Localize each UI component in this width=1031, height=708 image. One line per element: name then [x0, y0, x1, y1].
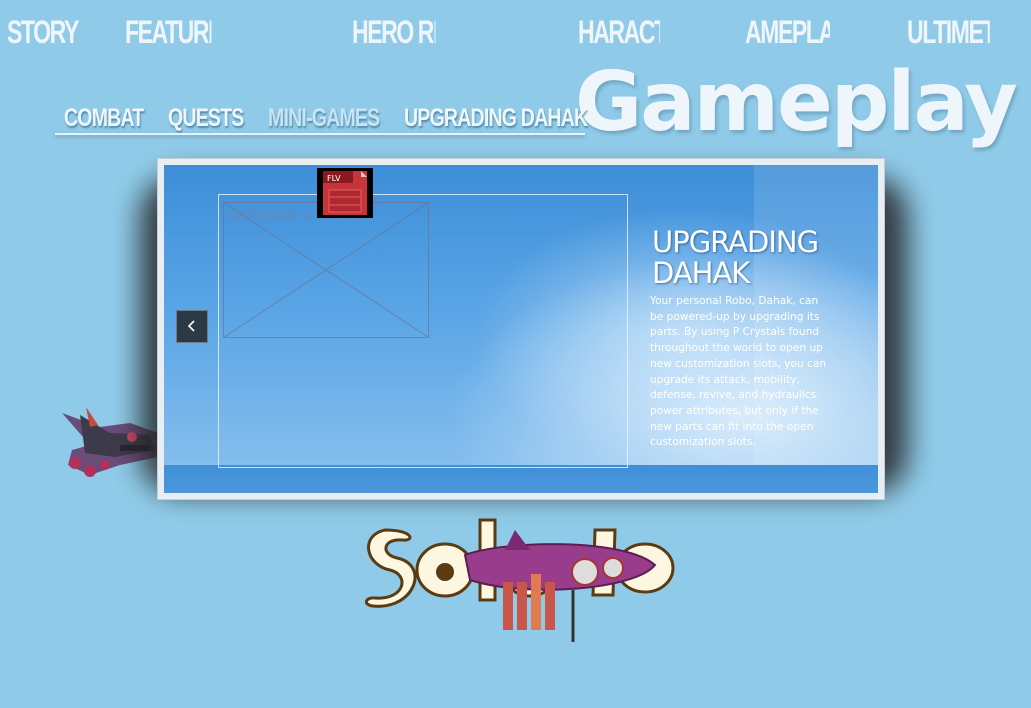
detail-description: Your personal Robo, Dahak, can be powere…: [650, 295, 827, 449]
top-nav-feature[interactable]: FEATURE: [125, 14, 211, 54]
tab-upgrading-dahak[interactable]: UPGRADING DAHAK: [404, 104, 588, 133]
flv-file-icon: FLV: [317, 168, 373, 218]
panel-bottom-band: [164, 465, 878, 493]
content-frame: DefineVide (child 10) FLV UPGRADING DAHA…: [158, 159, 884, 499]
tab-mini-games[interactable]: MINI-GAMES: [268, 104, 380, 133]
flv-badge: FLV: [327, 174, 341, 183]
top-nav-ultimate[interactable]: ULTIMET: [907, 14, 990, 54]
detail-title: UPGRADING DAHAK: [652, 225, 819, 290]
game-logo: [365, 518, 675, 642]
tab-combat[interactable]: COMBAT: [64, 104, 144, 133]
tab-quests[interactable]: QUESTS: [168, 104, 244, 133]
top-nav-gameplay[interactable]: AMEPLA: [745, 14, 830, 54]
chevron-left-icon: [187, 320, 195, 332]
previous-button[interactable]: [176, 310, 208, 343]
sub-nav-underline: [55, 133, 585, 135]
content-panel: DefineVide (child 10) FLV UPGRADING DAHA…: [164, 165, 878, 493]
placeholder-cross-icon: [224, 203, 428, 337]
top-nav-hero[interactable]: HERO RI: [352, 14, 436, 54]
top-nav-characters[interactable]: HARACTE: [578, 14, 660, 54]
section-title: Gameplay: [575, 55, 1018, 150]
top-nav-story[interactable]: STORY: [7, 14, 79, 54]
